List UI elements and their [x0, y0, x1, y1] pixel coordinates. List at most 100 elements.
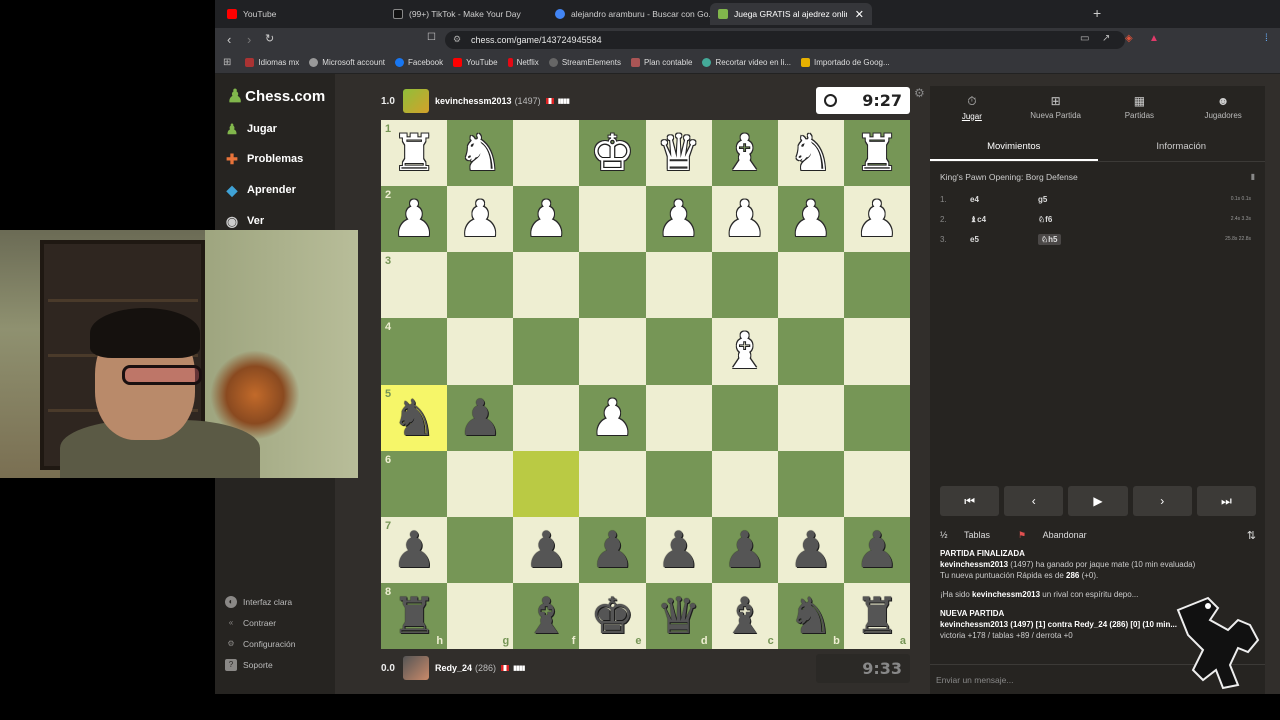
close-icon[interactable]: ✕: [847, 8, 864, 21]
white-king-piece[interactable]: ♚: [590, 128, 635, 178]
cast-icon[interactable]: ▭: [1080, 33, 1089, 44]
board-square[interactable]: [711, 384, 778, 451]
extension-icon[interactable]: ▲: [1149, 33, 1159, 44]
white-knight-piece[interactable]: ♞: [788, 128, 833, 178]
black-rook-piece[interactable]: ♜: [392, 591, 437, 641]
opening-book-icon[interactable]: ▮: [1251, 172, 1255, 181]
white-move[interactable]: e5: [970, 235, 1038, 244]
board-square[interactable]: ♞: [777, 120, 844, 187]
board-square[interactable]: b ♞: [777, 582, 844, 649]
white-pawn-piece[interactable]: ♟: [392, 194, 437, 244]
board-square[interactable]: ♟: [579, 384, 646, 451]
board-square[interactable]: [579, 450, 646, 517]
board-square[interactable]: [513, 318, 580, 385]
board-square[interactable]: ♚: [579, 120, 646, 187]
board-square[interactable]: [645, 450, 712, 517]
board-square[interactable]: ♟: [711, 186, 778, 253]
player-name[interactable]: Redy_24: [435, 663, 472, 673]
board-square[interactable]: ♟: [645, 516, 712, 583]
board-square[interactable]: [447, 252, 514, 319]
board-square[interactable]: [513, 450, 580, 517]
sidebar-item-problemas[interactable]: ✚ Problemas: [223, 151, 303, 167]
board-square[interactable]: ♟: [777, 516, 844, 583]
board-square[interactable]: ♝: [711, 120, 778, 187]
board-square[interactable]: [843, 384, 910, 451]
player-name[interactable]: kevinchessm2013: [435, 96, 512, 106]
black-move-current[interactable]: ♘h5: [1038, 233, 1061, 245]
forward-icon[interactable]: ›: [247, 32, 251, 47]
avatar[interactable]: [403, 89, 429, 113]
board-square[interactable]: [843, 252, 910, 319]
bookmark-item[interactable]: Idiomas mx: [245, 58, 299, 67]
prev-move-button[interactable]: ‹: [1004, 486, 1064, 516]
board-square[interactable]: ♛: [645, 120, 712, 187]
tab-jugar[interactable]: ⏱ Jugar: [930, 86, 1014, 128]
black-pawn-piece[interactable]: ♟: [722, 525, 767, 575]
next-move-button[interactable]: ›: [1132, 486, 1192, 516]
black-king-piece[interactable]: ♚: [590, 591, 635, 641]
chess-logo[interactable]: ♟ Chess.com: [227, 86, 325, 107]
bookmark-item[interactable]: StreamElements: [548, 58, 621, 67]
black-rook-piece[interactable]: ♜: [855, 591, 900, 641]
board-square[interactable]: [777, 450, 844, 517]
board-square[interactable]: ♟: [843, 186, 910, 253]
tab-jugadores[interactable]: ☻ Jugadores: [1181, 86, 1265, 128]
board-square[interactable]: e ♚: [579, 582, 646, 649]
board-square[interactable]: [447, 318, 514, 385]
board-square[interactable]: 6: [381, 450, 448, 517]
board-square[interactable]: [645, 384, 712, 451]
sidebar-collapse[interactable]: « Contraer: [225, 617, 276, 629]
board-settings-icon[interactable]: ⚙: [914, 86, 925, 100]
white-move[interactable]: e4: [970, 195, 1038, 204]
board-square[interactable]: ♜: [843, 120, 910, 187]
white-knight-piece[interactable]: ♞: [458, 128, 503, 178]
extension-brave-icon[interactable]: ◈: [1125, 33, 1133, 44]
address-bar[interactable]: ⚙ chess.com/game/143724945584: [445, 31, 1125, 49]
black-pawn-piece[interactable]: ♟: [458, 393, 503, 443]
board-square[interactable]: ♟: [711, 516, 778, 583]
black-knight-piece[interactable]: ♞: [392, 393, 437, 443]
white-bishop-piece[interactable]: ♝: [722, 128, 767, 178]
browser-tab-tiktok[interactable]: (99+) TikTok - Make Your Day: [385, 3, 550, 25]
browser-tab-chess[interactable]: Juega GRATIS al ajedrez online - ✕: [710, 3, 872, 25]
board-square[interactable]: ♟: [777, 186, 844, 253]
black-move[interactable]: ♘f6: [1038, 215, 1098, 224]
board-square[interactable]: a ♜: [843, 582, 910, 649]
bookmark-item[interactable]: Facebook: [395, 58, 443, 67]
white-rook-piece[interactable]: ♜: [392, 128, 437, 178]
sidebar-theme-toggle[interactable]: ◐ Interfaz clara: [225, 596, 292, 608]
black-pawn-piece[interactable]: ♟: [855, 525, 900, 575]
tab-nueva-partida[interactable]: ⊞ Nueva Partida: [1014, 86, 1098, 128]
bookmark-item[interactable]: Recortar video en li...: [702, 58, 791, 67]
sidebar-item-aprender[interactable]: ◆ Aprender: [223, 182, 296, 198]
board-square[interactable]: c ♝: [711, 582, 778, 649]
white-pawn-piece[interactable]: ♟: [458, 194, 503, 244]
board-square[interactable]: [711, 450, 778, 517]
browser-tab-google[interactable]: alejandro aramburu - Buscar con Go...: [547, 3, 712, 25]
chess-board[interactable]: 1 ♜ ♞ ♚ ♛ ♝ ♞ ♜ 2 ♟ ♟ ♟ ♟ ♟ ♟ ♟ 3 4 ♝ 5 ♞ ♟ ♟ 6 7 ♟ ♟ ♟ ♟ ♟ ♟ ♟ 8 h ♜ g f ♝ e ♚…: [381, 120, 910, 649]
board-square[interactable]: [777, 252, 844, 319]
white-pawn-piece[interactable]: ♟: [656, 194, 701, 244]
sidebar-support[interactable]: ? Soporte: [225, 659, 273, 671]
board-square[interactable]: 1 ♜: [381, 120, 448, 187]
black-pawn-piece[interactable]: ♟: [590, 525, 635, 575]
board-square[interactable]: [513, 252, 580, 319]
board-square[interactable]: 8 h ♜: [381, 582, 448, 649]
board-square[interactable]: [579, 318, 646, 385]
board-square[interactable]: 7 ♟: [381, 516, 448, 583]
board-square[interactable]: 5 ♞: [381, 384, 448, 451]
site-info-icon[interactable]: ⚙: [453, 34, 461, 45]
board-square[interactable]: [447, 450, 514, 517]
share-icon[interactable]: ↗: [1102, 33, 1110, 44]
black-move[interactable]: g5: [1038, 195, 1098, 204]
board-square[interactable]: d ♛: [645, 582, 712, 649]
board-square[interactable]: [777, 318, 844, 385]
black-pawn-piece[interactable]: ♟: [524, 525, 569, 575]
board-square[interactable]: [711, 252, 778, 319]
bookmark-item[interactable]: Microsoft account: [309, 58, 385, 67]
board-square[interactable]: [579, 186, 646, 253]
bookmark-item[interactable]: YouTube: [453, 58, 498, 67]
board-square[interactable]: [513, 384, 580, 451]
board-square[interactable]: g: [447, 582, 514, 649]
board-square[interactable]: ♟: [447, 186, 514, 253]
